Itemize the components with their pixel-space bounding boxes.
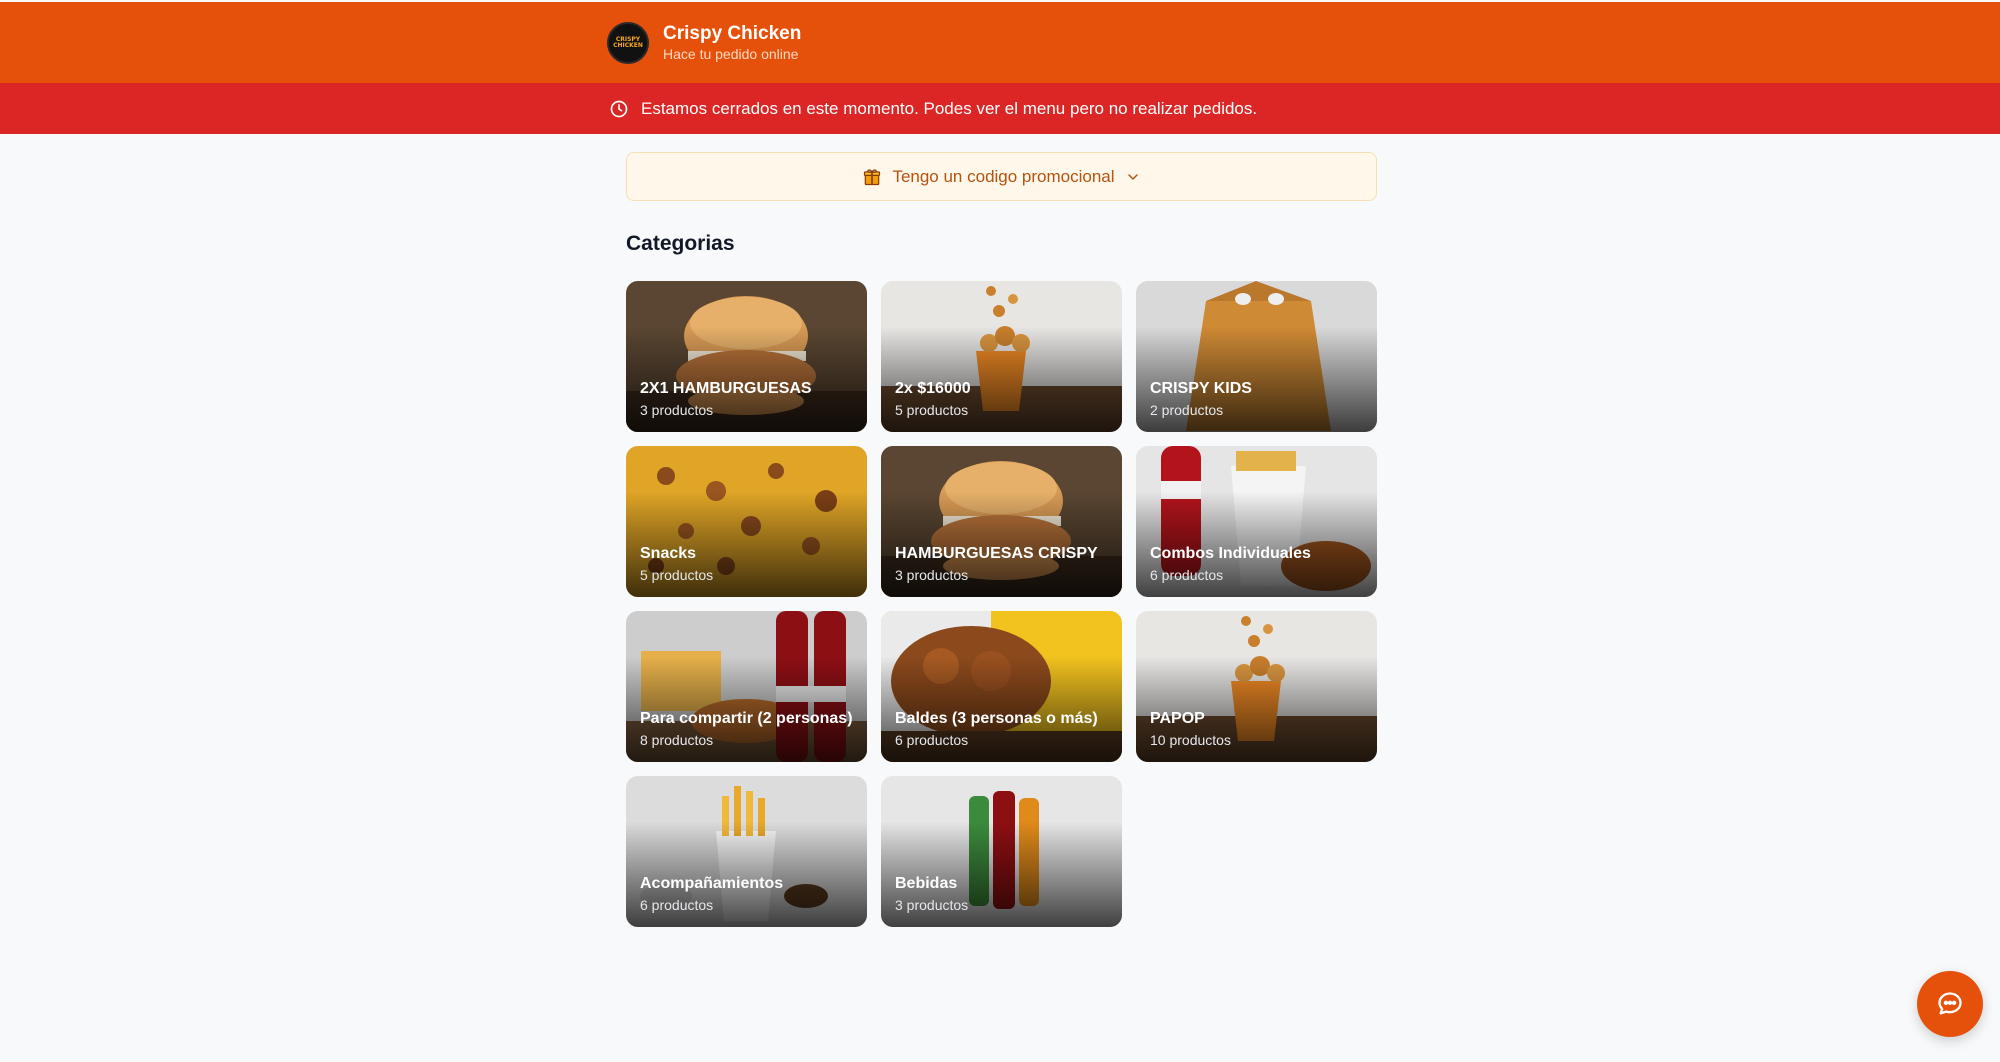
category-card[interactable]: Baldes (3 personas o más) 6 productos: [881, 611, 1122, 762]
category-name: Bebidas: [895, 875, 958, 892]
category-name: Combos Individuales: [1150, 545, 1311, 562]
category-name: Acompañamientos: [640, 875, 784, 892]
category-card[interactable]: Para compartir (2 personas) 8 productos: [626, 611, 867, 762]
brand-title: Crispy Chicken: [663, 23, 802, 44]
chat-button[interactable]: [1917, 971, 1983, 1037]
clock-icon: [610, 100, 628, 117]
site-header: CRISPY CHICKEN Crispy Chicken Hace tu ped…: [0, 2, 2000, 83]
gift-icon: [864, 168, 881, 185]
category-count: 5 productos: [640, 567, 714, 583]
chevron-down-icon: [1127, 173, 1138, 180]
brand-block[interactable]: CRISPY CHICKEN Crispy Chicken Hace tu ped…: [607, 22, 801, 64]
category-card[interactable]: 2x $16000 5 productos: [881, 281, 1122, 432]
category-card[interactable]: Snacks 5 productos: [626, 446, 867, 597]
category-card[interactable]: Combos Individuales 6 productos: [1136, 446, 1377, 597]
category-name: HAMBURGUESAS CRISPY: [895, 545, 1098, 562]
category-card[interactable]: 2X1 HAMBURGUESAS 3 productos: [626, 281, 867, 432]
category-count: 3 productos: [895, 897, 969, 913]
category-name: Snacks: [640, 545, 697, 562]
category-name: PAPOP: [1150, 710, 1205, 727]
banner-text: Estamos cerrados en este momento. Podes …: [641, 98, 1258, 118]
category-count: 8 productos: [640, 732, 714, 748]
brand-subtitle: Hace tu pedido online: [663, 46, 799, 62]
category-count: 10 productos: [1150, 732, 1231, 748]
category-card[interactable]: PAPOP 10 productos: [1136, 611, 1377, 762]
category-count: 3 productos: [640, 402, 714, 418]
category-name: Baldes (3 personas o más): [895, 710, 1098, 727]
category-count: 5 productos: [895, 402, 969, 418]
promo-label: Tengo un codigo promocional: [892, 166, 1115, 186]
category-name: 2x $16000: [895, 380, 971, 397]
categories-grid: 2X1 HAMBURGUESAS 3 productos 2x $16000 5 pr…: [626, 281, 1377, 927]
promo-code-toggle[interactable]: Tengo un codigo promocional: [626, 152, 1377, 201]
category-name: 2X1 HAMBURGUESAS: [640, 380, 812, 397]
closed-banner: Estamos cerrados en este momento. Podes …: [0, 83, 2000, 134]
category-count: 2 productos: [1150, 402, 1224, 418]
category-count: 6 productos: [640, 897, 714, 913]
chat-bubble-icon: [1938, 992, 1962, 1015]
category-name: Para compartir (2 personas): [640, 710, 853, 727]
category-count: 6 productos: [895, 732, 969, 748]
category-count: 3 productos: [895, 567, 969, 583]
category-count: 6 productos: [1150, 567, 1224, 583]
category-card[interactable]: CRISPY KIDS 2 productos: [1136, 281, 1377, 432]
category-card[interactable]: Acompañamientos 6 productos: [626, 776, 867, 927]
brand-logo: CRISPY CHICKEN: [607, 22, 649, 64]
category-name: CRISPY KIDS: [1150, 380, 1252, 397]
categories-heading: Categorias: [626, 232, 735, 255]
category-card[interactable]: Bebidas 3 productos: [881, 776, 1122, 927]
category-card[interactable]: HAMBURGUESAS CRISPY 3 productos: [881, 446, 1122, 597]
